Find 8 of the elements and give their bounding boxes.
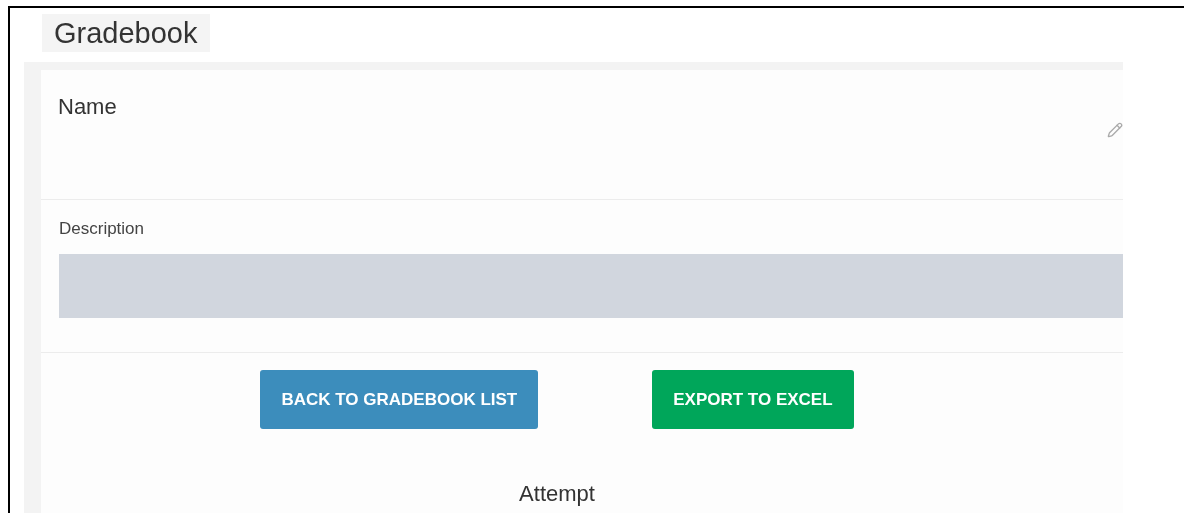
name-label: Name bbox=[58, 93, 117, 121]
description-label: Description bbox=[59, 218, 145, 240]
description-field[interactable] bbox=[59, 253, 1123, 318]
pencil-icon[interactable] bbox=[1107, 122, 1123, 138]
section-heading: Attempt bbox=[519, 480, 595, 508]
page-title: Gradebook bbox=[42, 14, 210, 52]
export-button[interactable]: EXPORT TO EXCEL bbox=[652, 370, 854, 429]
back-button[interactable]: BACK TO GRADEBOOK LIST bbox=[260, 370, 539, 429]
